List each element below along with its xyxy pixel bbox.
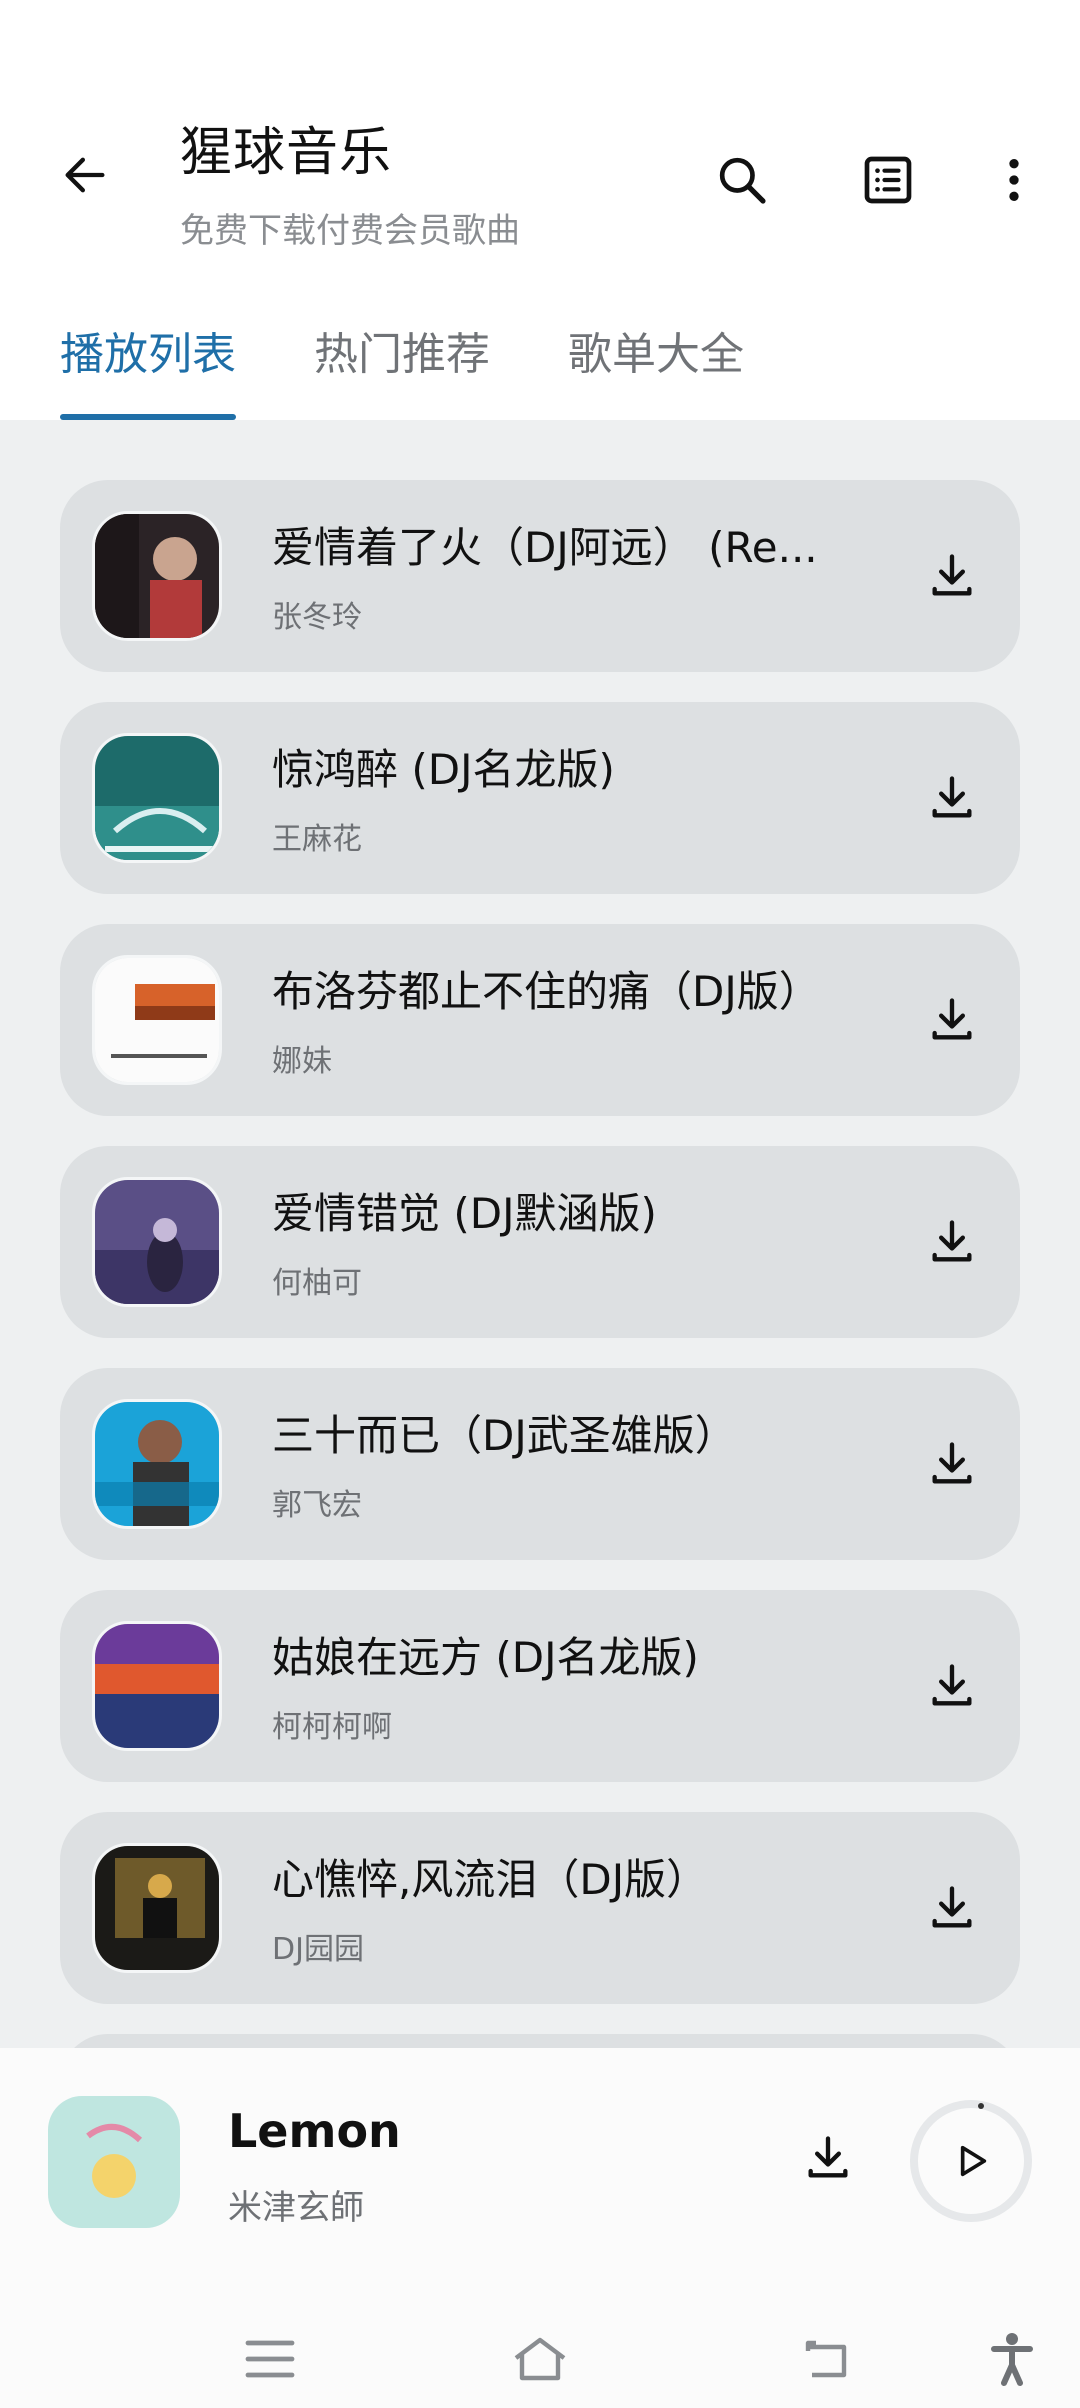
home-icon	[514, 2337, 566, 2381]
album-cover	[92, 1177, 222, 1307]
tab-playlist[interactable]: 播放列表	[60, 318, 236, 420]
song-title: 爱情着了火（DJ阿远） (Re...	[272, 523, 818, 572]
now-playing-artist: 米津玄師	[228, 2188, 364, 2228]
song-item[interactable]: 心憔悴,风流泪（DJ版） DJ园园	[60, 1812, 1020, 2004]
download-button[interactable]	[912, 758, 992, 838]
accessibility-icon	[991, 2333, 1033, 2386]
download-icon	[932, 776, 972, 818]
download-icon	[932, 1664, 972, 1706]
more-button[interactable]	[974, 140, 1054, 220]
app-title: 猩球音乐	[180, 123, 393, 183]
download-icon	[932, 1442, 972, 1484]
play-icon	[960, 2145, 987, 2177]
tab-label: 歌单大全	[568, 329, 744, 380]
album-cover	[92, 1843, 222, 1973]
download-icon	[808, 2136, 848, 2178]
progress-indicator	[978, 2103, 984, 2109]
tab-label: 热门推荐	[314, 329, 490, 380]
album-cover	[92, 511, 222, 641]
album-cover	[92, 733, 222, 863]
song-artist: 郭飞宏	[272, 1488, 362, 1523]
system-nav-bar	[0, 2300, 1080, 2408]
title-block: 猩球音乐 免费下载付费会员歌曲	[180, 110, 520, 252]
back-button[interactable]	[50, 140, 120, 210]
playlist-button[interactable]	[848, 140, 928, 220]
song-item[interactable]: 姑娘在远方 (DJ名龙版) 柯柯柯啊	[60, 1590, 1020, 1782]
download-button[interactable]	[912, 1202, 992, 1282]
song-artist: DJ园园	[272, 1932, 364, 1967]
arrow-left-icon	[65, 157, 105, 193]
album-cover	[92, 1621, 222, 1751]
app-header: 猩球音乐 免费下载付费会员歌曲 播放列表 热门推荐 歌单大全	[0, 0, 1080, 420]
song-artist: 娜妹	[272, 1044, 332, 1079]
song-artist: 何柚可	[272, 1266, 362, 1301]
download-icon	[932, 1886, 972, 1928]
song-title: 布洛芬都止不住的痛（DJ版）	[272, 967, 821, 1016]
nav-accessibility-button[interactable]	[972, 2324, 1052, 2394]
song-title: 惊鸿醉 (DJ名龙版)	[272, 745, 615, 794]
tab-bar: 播放列表 热门推荐 歌单大全	[60, 318, 822, 420]
now-playing-title: Lemon	[228, 2104, 401, 2158]
tab-label: 播放列表	[60, 329, 236, 380]
song-item[interactable]: 布洛芬都止不住的痛（DJ版） 娜妹	[60, 924, 1020, 1116]
song-title: 心憔悴,风流泪（DJ版）	[272, 1855, 709, 1904]
download-button[interactable]	[912, 536, 992, 616]
song-artist: 张冬玲	[272, 600, 362, 635]
nav-home-button[interactable]	[500, 2324, 580, 2394]
search-icon	[719, 157, 766, 204]
download-button[interactable]	[912, 980, 992, 1060]
download-icon	[932, 998, 972, 1040]
tab-hot[interactable]: 热门推荐	[314, 318, 490, 420]
now-playing-cover	[48, 2096, 180, 2228]
song-title: 姑娘在远方 (DJ名龙版)	[272, 1633, 699, 1682]
more-vertical-icon	[1009, 159, 1019, 201]
tab-indicator	[60, 414, 236, 420]
nav-back-button[interactable]	[786, 2324, 866, 2394]
album-cover	[92, 955, 222, 1085]
song-item[interactable]: 爱情错觉 (DJ默涵版) 何柚可	[60, 1146, 1020, 1338]
tab-songlists[interactable]: 歌单大全	[568, 318, 744, 420]
download-button[interactable]	[912, 1424, 992, 1504]
now-playing-download-button[interactable]	[788, 2118, 868, 2198]
song-artist: 王麻花	[272, 822, 362, 857]
song-item[interactable]: 惊鸿醉 (DJ名龙版) 王麻花	[60, 702, 1020, 894]
download-icon	[932, 1220, 972, 1262]
app-subtitle: 免费下载付费会员歌曲	[180, 211, 520, 251]
list-icon	[864, 156, 912, 204]
download-button[interactable]	[912, 1646, 992, 1726]
song-title: 爱情错觉 (DJ默涵版)	[272, 1189, 657, 1238]
song-item[interactable]: 三十而已（DJ武圣雄版） 郭飞宏	[60, 1368, 1020, 1560]
download-icon	[932, 554, 972, 596]
download-button[interactable]	[912, 1868, 992, 1948]
back-icon	[805, 2340, 847, 2378]
search-button[interactable]	[702, 140, 782, 220]
menu-icon	[245, 2340, 295, 2378]
play-button[interactable]	[910, 2100, 1032, 2222]
song-list: 爱情着了火（DJ阿远） (Re... 张冬玲 惊鸿醉 (DJ名龙版) 王麻花 布…	[60, 480, 1020, 2094]
song-title: 三十而已（DJ武圣雄版）	[272, 1411, 737, 1460]
song-artist: 柯柯柯啊	[272, 1710, 392, 1745]
album-cover	[92, 1399, 222, 1529]
song-item[interactable]: 爱情着了火（DJ阿远） (Re... 张冬玲	[60, 480, 1020, 672]
nav-menu-button[interactable]	[230, 2324, 310, 2394]
